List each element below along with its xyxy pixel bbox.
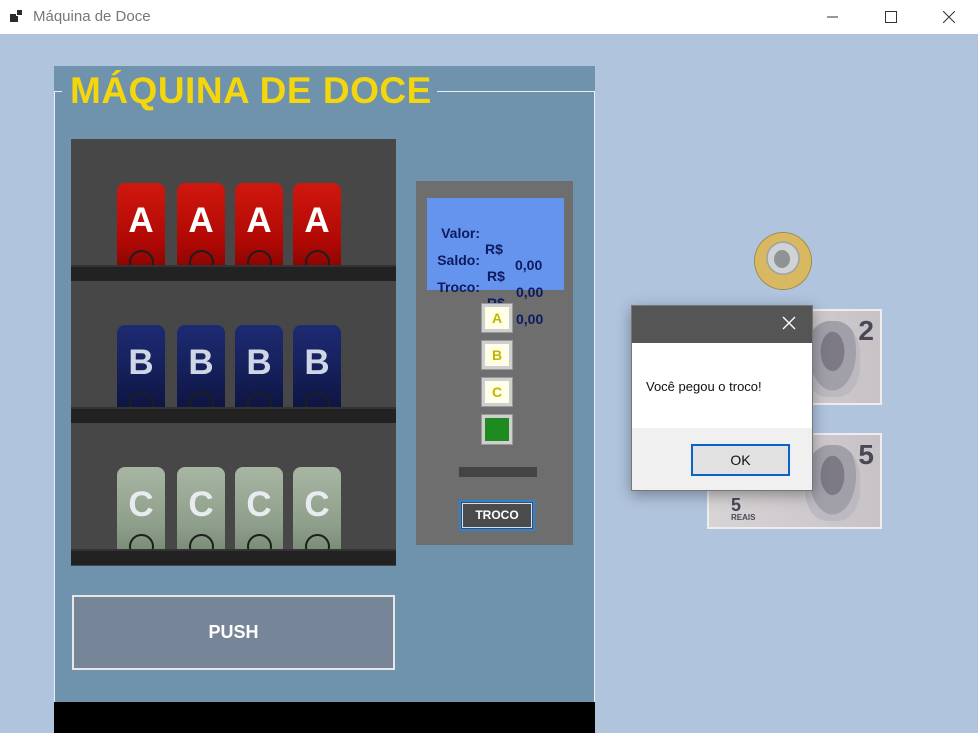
close-window-button[interactable] — [920, 0, 978, 34]
select-b-button[interactable]: B — [481, 340, 513, 370]
window-titlebar: Máquina de Doce — [0, 0, 978, 34]
product-can-c[interactable]: C — [235, 467, 283, 559]
coin-slot[interactable] — [459, 467, 537, 477]
product-can-a[interactable]: A — [177, 183, 225, 275]
shelf-row-c: C C C C — [71, 423, 396, 565]
banknote-2-value: 2 — [858, 315, 874, 346]
message-dialog: Você pegou o troco! OK — [631, 305, 813, 491]
minimize-button[interactable] — [804, 0, 862, 34]
coin-one-real[interactable] — [755, 233, 811, 289]
control-panel: Valor: R$ 0,00 Saldo: R$ 0,00 Troco: R$ … — [416, 181, 573, 545]
troco-button[interactable]: TROCO — [459, 500, 535, 531]
dialog-close-button[interactable] — [782, 316, 800, 334]
banknote-portrait-icon — [805, 445, 860, 521]
window-title: Máquina de Doce — [33, 8, 151, 25]
ok-button[interactable]: OK — [691, 444, 790, 476]
product-can-b[interactable]: B — [235, 325, 283, 417]
close-icon — [943, 11, 955, 23]
machine-title: MÁQUINA DE DOCE — [70, 70, 432, 111]
minimize-icon — [827, 16, 838, 18]
product-can-b[interactable]: B — [177, 325, 225, 417]
banknote-5-text: REAIS — [731, 513, 756, 522]
app-icon — [10, 9, 26, 23]
dialog-header — [632, 306, 812, 343]
banknote-5-value: 5 — [858, 439, 874, 470]
product-can-a[interactable]: A — [293, 183, 341, 275]
product-can-a[interactable]: A — [117, 183, 165, 275]
maximize-icon — [885, 11, 897, 23]
maximize-button[interactable] — [862, 0, 920, 34]
value-display: Valor: R$ 0,00 Saldo: R$ 0,00 Troco: R$ … — [427, 198, 564, 327]
product-can-b[interactable]: B — [293, 325, 341, 417]
product-can-c[interactable]: C — [117, 467, 165, 559]
dialog-footer: OK — [632, 428, 812, 490]
shelf-board — [71, 265, 396, 281]
shelf-board — [71, 549, 396, 565]
dialog-message: Você pegou o troco! — [646, 379, 762, 394]
banknote-portrait-icon — [805, 321, 860, 397]
product-can-a[interactable]: A — [235, 183, 283, 275]
shelf-board — [71, 407, 396, 423]
product-can-b[interactable]: B — [117, 325, 165, 417]
select-c-button[interactable]: C — [481, 377, 513, 407]
troco-label: Troco: — [437, 279, 480, 295]
push-button[interactable]: PUSH — [72, 595, 395, 670]
select-a-button[interactable]: A — [481, 303, 513, 333]
troco-amount: 0,00 — [516, 311, 544, 327]
product-can-c[interactable]: C — [293, 467, 341, 559]
shelf-row-b: B B B B — [71, 281, 396, 423]
close-icon — [782, 316, 796, 330]
machine-base — [54, 702, 595, 733]
shelf-row-a: A A A A — [71, 139, 396, 281]
confirm-green-button[interactable] — [481, 414, 513, 445]
vending-machine-panel: MÁQUINA DE DOCE A A A A B B B B C C C C … — [54, 66, 595, 733]
product-shelves: A A A A B B B B C C C C — [71, 139, 396, 566]
product-can-c[interactable]: C — [177, 467, 225, 559]
